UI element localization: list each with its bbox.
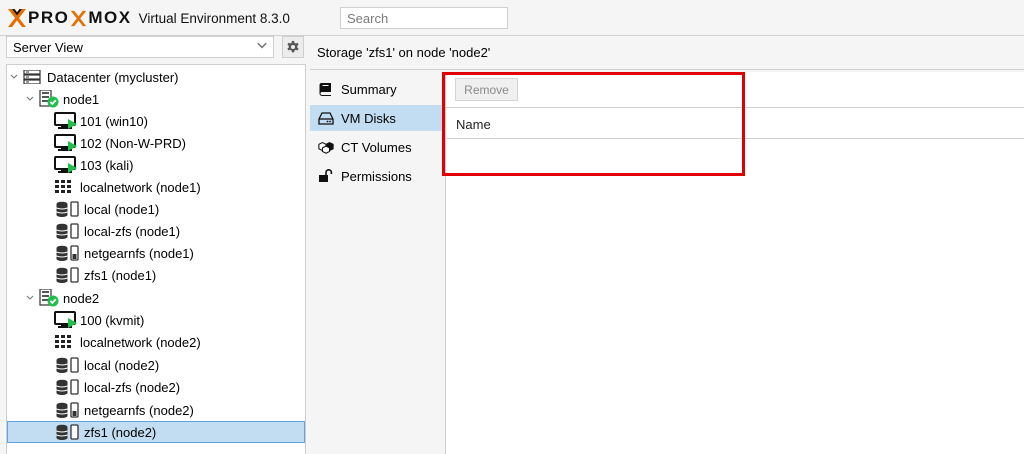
- hdd-icon: [318, 112, 334, 125]
- nav-label: Summary: [341, 81, 397, 97]
- server-view-select[interactable]: Server View: [6, 36, 274, 58]
- collapse-toggle-icon[interactable]: [25, 293, 35, 303]
- tree-item-datacenter[interactable]: Datacenter (mycluster): [7, 66, 305, 88]
- storage-icon: [56, 223, 82, 239]
- page-title: Storage 'zfs1' on node 'node2': [310, 36, 1024, 70]
- settings-button[interactable]: [282, 36, 304, 58]
- tree-item-vm[interactable]: 103 (kali): [7, 154, 305, 176]
- datacenter-icon: [23, 70, 41, 84]
- tree-item-storage[interactable]: local-zfs (node1): [7, 220, 305, 242]
- vm-running-icon: [54, 134, 78, 152]
- storage-icon: [56, 357, 82, 373]
- tree-item-storage[interactable]: netgearnfs (node2): [7, 399, 305, 421]
- resource-tree: Datacenter (mycluster) node1 101 (win10)…: [6, 64, 306, 454]
- gear-icon: [287, 40, 299, 53]
- tree-item-label: 103 (kali): [80, 157, 134, 173]
- tree-item-vm[interactable]: 101 (win10): [7, 110, 305, 132]
- tree-item-node1[interactable]: node1: [7, 88, 305, 110]
- network-icon: [55, 335, 71, 349]
- tree-item-label: netgearnfs (node1): [84, 245, 194, 261]
- vm-running-icon: [54, 112, 78, 130]
- tree-item-label: local-zfs (node1): [84, 223, 181, 239]
- logo-text-mox: MOX: [88, 8, 132, 27]
- tree-item-vm[interactable]: 102 (Non-W-PRD): [7, 132, 305, 154]
- tree-item-storage[interactable]: netgearnfs (node1): [7, 242, 305, 264]
- server-view-label: Server View: [13, 40, 83, 55]
- proxmox-logo[interactable]: PRO MOX Virtual Environment 8.3.0: [6, 6, 290, 30]
- tree-item-storage[interactable]: local (node2): [7, 354, 305, 376]
- header-bar: PRO MOX Virtual Environment 8.3.0: [0, 0, 1024, 36]
- nav-permissions[interactable]: Permissions: [310, 163, 443, 189]
- tree-item-label: zfs1 (node2): [84, 424, 157, 440]
- tree-item-label: local (node1): [84, 201, 160, 217]
- collapse-toggle-icon[interactable]: [9, 72, 19, 82]
- nav-vm-disks[interactable]: VM Disks: [310, 105, 443, 131]
- tree-item-node2[interactable]: node2: [7, 287, 305, 309]
- nav-label: Permissions: [341, 168, 412, 184]
- node-online-icon: [39, 90, 59, 108]
- tree-item-storage[interactable]: zfs1 (node1): [7, 264, 305, 286]
- nav-ct-volumes[interactable]: CT Volumes: [310, 134, 443, 160]
- storage-icon: [56, 201, 82, 217]
- proxmox-x-icon-2: [70, 10, 87, 27]
- toolbar: Remove: [446, 72, 1024, 108]
- vm-running-icon: [54, 311, 78, 329]
- tree-item-label: localnetwork (node1): [80, 179, 201, 195]
- tree-item-label: node2: [63, 290, 100, 306]
- nav-summary[interactable]: Summary: [310, 76, 443, 102]
- storage-subnav: Summary VM Disks CT Volumes Permissions: [310, 72, 443, 454]
- tree-item-label: local-zfs (node2): [84, 379, 181, 395]
- search-input[interactable]: [340, 7, 508, 29]
- book-icon: [319, 83, 331, 96]
- tree-item-label: localnetwork (node2): [80, 334, 201, 350]
- chevron-down-icon: [255, 39, 269, 53]
- remove-button[interactable]: Remove: [455, 78, 518, 101]
- logo-text-pro: PRO: [28, 8, 70, 27]
- tree-item-label: 100 (kvmit): [80, 312, 145, 328]
- tree-item-storage[interactable]: local-zfs (node2): [7, 376, 305, 398]
- resource-panel: Server View Datacenter (mycluster) node1…: [0, 36, 307, 454]
- node-online-icon: [39, 289, 59, 307]
- tree-item-storage[interactable]: local (node1): [7, 198, 305, 220]
- tree-item-label: 102 (Non-W-PRD): [80, 135, 186, 151]
- vm-disks-panel: Remove Name: [445, 72, 1024, 454]
- network-icon: [55, 180, 71, 194]
- proxmox-x-icon: [7, 8, 27, 28]
- storage-shared-icon: [56, 402, 82, 418]
- tree-item-label: local (node2): [84, 357, 160, 373]
- tree-item-vm[interactable]: 100 (kvmit): [7, 309, 305, 331]
- storage-icon: [56, 424, 82, 440]
- storage-icon: [56, 379, 82, 395]
- collapse-toggle-icon[interactable]: [25, 94, 35, 104]
- tree-item-label: Datacenter (mycluster): [47, 69, 179, 85]
- tree-item-label: node1: [63, 91, 100, 107]
- storage-shared-icon: [56, 245, 82, 261]
- tree-item-label: zfs1 (node1): [84, 267, 157, 283]
- unlock-icon: [319, 169, 333, 182]
- tree-item-label: netgearnfs (node2): [84, 402, 194, 418]
- tree-item-label: 101 (win10): [80, 113, 148, 129]
- tree-item-storage-selected[interactable]: zfs1 (node2): [7, 421, 305, 443]
- vm-running-icon: [54, 156, 78, 174]
- storage-icon: [56, 267, 82, 283]
- column-header-name[interactable]: Name: [456, 117, 491, 132]
- tree-item-network[interactable]: localnetwork (node1): [7, 176, 305, 198]
- nav-label: VM Disks: [341, 110, 396, 126]
- tree-item-network[interactable]: localnetwork (node2): [7, 331, 305, 353]
- nav-label: CT Volumes: [341, 139, 412, 155]
- cubes-icon: [318, 141, 334, 154]
- grid-header: Name: [446, 109, 1024, 139]
- version-label: Virtual Environment 8.3.0: [138, 10, 290, 26]
